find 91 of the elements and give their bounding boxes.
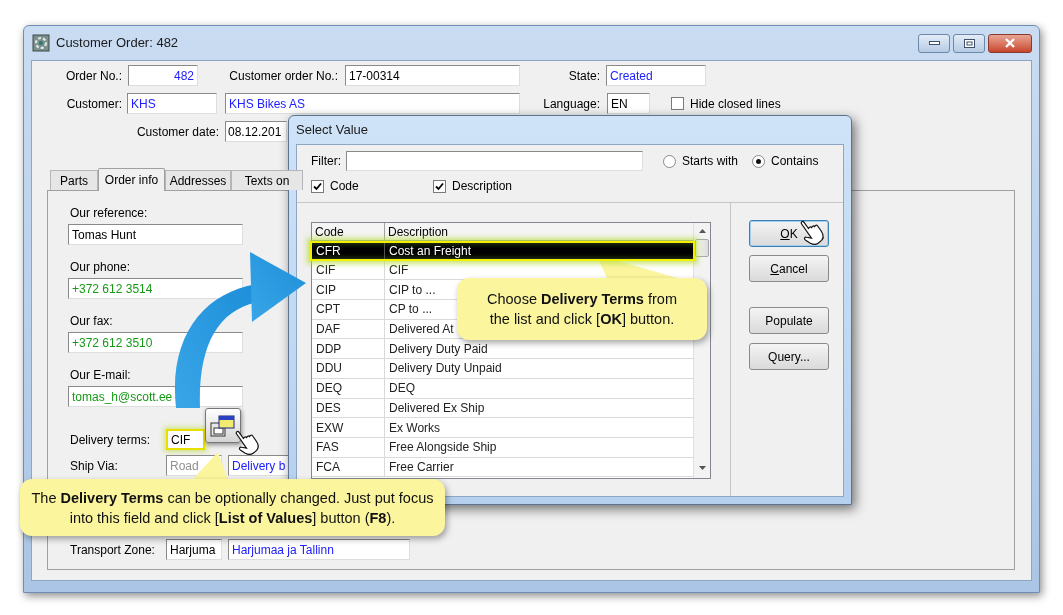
field-label: Starts with — [682, 153, 738, 170]
field-label: Our fax: — [70, 314, 113, 328]
checkbox[interactable] — [433, 179, 446, 193]
radio-button[interactable] — [663, 154, 676, 168]
table-cell-text: Free Alongside Ship — [388, 439, 498, 457]
maximize-icon — [963, 38, 975, 48]
tab[interactable]: Order info — [98, 168, 165, 191]
minimize-icon — [928, 41, 940, 45]
close-icon — [1004, 38, 1016, 48]
windows-icon — [210, 413, 236, 438]
dialog-button[interactable]: Populate — [749, 307, 829, 334]
table-cell-text: CIF — [388, 262, 410, 280]
list-row[interactable]: EXW Ex Works — [312, 418, 693, 438]
column-header[interactable]: Code — [312, 223, 385, 240]
table-cell-text: DEQ — [388, 380, 416, 398]
dialog-button[interactable]: Cancel — [749, 255, 829, 282]
input-field[interactable]: 08.12.201 — [225, 121, 287, 142]
radio-button[interactable] — [752, 154, 765, 168]
tab[interactable]: Addresses — [165, 170, 231, 190]
field-label: Customer order No.: — [228, 67, 338, 85]
table-cell-text: Delivered Ex Ship — [388, 399, 486, 417]
dialog-button[interactable]: Query... — [749, 343, 829, 370]
tab[interactable]: Texts on — [231, 170, 303, 190]
table-cell-text: CP to ... — [388, 301, 434, 319]
window-title: Customer Order: 482 — [56, 34, 179, 53]
table-cell: DAF — [312, 319, 385, 339]
dialog-title: Select Value — [296, 121, 369, 140]
table-cell-text: Ex Works — [388, 419, 442, 437]
scroll-down-icon[interactable] — [698, 466, 706, 470]
field-label: State: — [567, 67, 600, 85]
field-label: Our reference: — [70, 206, 148, 220]
tab[interactable]: Parts — [50, 170, 98, 190]
table-cell-text: Cost an Freight — [388, 243, 473, 259]
table-cell-text: CIP to ... — [388, 281, 437, 299]
column-header[interactable]: Description — [385, 223, 693, 240]
table-cell: DDP — [312, 339, 385, 359]
field-label: Customer: — [65, 95, 122, 113]
checkbox[interactable] — [671, 97, 684, 110]
field-label: Order No.: — [65, 67, 122, 85]
list-row[interactable]: DES Delivered Ex Ship — [312, 398, 693, 419]
field-label: Code — [330, 178, 359, 195]
input-field[interactable]: KHS — [127, 93, 217, 114]
input-field[interactable]: EN — [607, 93, 650, 114]
app-icon — [32, 34, 50, 52]
input-field[interactable]: CIF — [166, 429, 205, 450]
input-field[interactable]: Harjuma — [166, 539, 222, 560]
field-label: Transport Zone: — [70, 541, 156, 559]
field-label: Hide closed lines — [690, 95, 781, 113]
field-label: Description — [452, 178, 513, 195]
input-field[interactable]: KHS Bikes AS — [225, 93, 520, 114]
close-button[interactable] — [988, 33, 1032, 53]
input-field[interactable]: Tomas Hunt — [68, 224, 243, 245]
table-cell: FCA — [312, 457, 385, 477]
table-cell: CIP — [312, 280, 385, 300]
table-cell: CFR — [312, 243, 385, 259]
table-cell: CPT — [312, 300, 385, 319]
list-row[interactable]: DDU Delivery Duty Unpaid — [312, 359, 693, 379]
input-field[interactable]: Harjumaa ja Tallinn — [228, 539, 410, 560]
list-row[interactable]: FCA Free Carrier — [312, 457, 693, 478]
field-label: Customer date: — [135, 123, 219, 141]
input-field[interactable] — [346, 151, 643, 171]
table-cell: FAS — [312, 437, 385, 457]
input-field[interactable]: 482 — [128, 65, 198, 86]
table-cell-text: Delivered At — [388, 321, 455, 339]
field-label: Delivery terms: — [70, 431, 151, 449]
input-field[interactable]: Created — [606, 65, 706, 86]
table-cell: DES — [312, 398, 385, 418]
table-cell: DDU — [312, 359, 385, 378]
list-row[interactable]: DEQ DEQ — [312, 378, 693, 399]
input-field[interactable]: +372 612 3514 — [68, 278, 243, 299]
table-cell-text: Delivery Duty Unpaid — [388, 360, 503, 378]
field-label: Our phone: — [70, 260, 131, 274]
table-cell-text: Delivery Duty Paid — [388, 340, 489, 358]
list-row[interactable]: CFR Cost an Freight — [310, 241, 695, 261]
minimize-button[interactable] — [918, 33, 950, 53]
table-cell-text: Free Carrier — [388, 458, 455, 476]
field-label: Ship Via: — [70, 457, 119, 475]
field-label: Our E-mail: — [70, 368, 131, 382]
table-cell: DEQ — [312, 378, 385, 398]
table-cell: EXW — [312, 418, 385, 437]
field-label: Language: — [542, 95, 600, 113]
checkbox[interactable] — [311, 179, 324, 193]
list-row[interactable]: FAS Free Alongside Ship — [312, 437, 693, 458]
maximize-button[interactable] — [953, 33, 985, 53]
field-label: Filter: — [311, 153, 342, 170]
input-field[interactable]: 17-00314 — [345, 65, 520, 86]
list-of-values-button[interactable] — [205, 408, 241, 443]
field-label: Contains — [771, 153, 819, 170]
scroll-thumb[interactable] — [695, 239, 709, 257]
table-cell: CIF — [312, 260, 385, 280]
scroll-up-icon[interactable] — [698, 229, 706, 233]
